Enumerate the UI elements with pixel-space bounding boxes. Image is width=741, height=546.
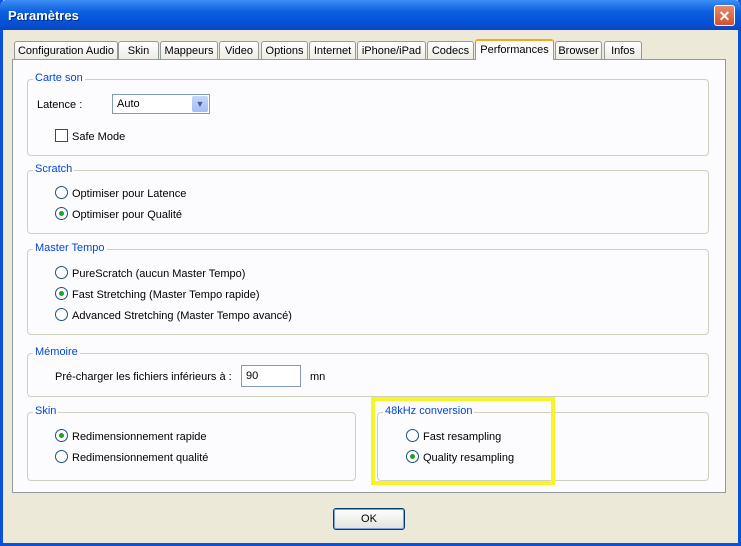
option-label: Fast Stretching (Master Tempo rapide) xyxy=(72,289,260,301)
radio-button[interactable] xyxy=(55,266,68,279)
carte-son-group: Carte son Latence : Auto ▼ Safe Mode xyxy=(27,72,709,156)
radio-button[interactable] xyxy=(55,207,68,220)
tab-skin[interactable]: Skin xyxy=(118,41,159,59)
close-button[interactable]: ✕ xyxy=(714,5,735,26)
option-label: Redimensionnement rapide xyxy=(72,431,207,443)
latency-label: Latence : xyxy=(37,99,83,111)
carte-son-legend: Carte son xyxy=(33,72,85,84)
tab-codecs[interactable]: Codecs xyxy=(427,41,474,59)
latency-dropdown[interactable]: Auto ▼ xyxy=(112,94,210,114)
ok-button[interactable]: OK xyxy=(333,508,405,530)
latency-value: Auto xyxy=(117,98,140,110)
window-title: Paramètres xyxy=(8,8,79,23)
master-tempo-legend: Master Tempo xyxy=(33,242,107,254)
skin-group: Skin Redimensionnement rapide Redimensio… xyxy=(27,405,356,481)
radio-button[interactable] xyxy=(55,308,68,321)
preload-unit: mn xyxy=(310,371,326,383)
radio-button[interactable] xyxy=(55,429,68,442)
tab-internet[interactable]: Internet xyxy=(309,41,356,59)
skin-legend: Skin xyxy=(33,405,59,417)
option-label: PureScratch (aucun Master Tempo) xyxy=(72,268,246,280)
tab-performances[interactable]: Performances xyxy=(475,39,554,60)
master-tempo-option-purescratch[interactable]: PureScratch (aucun Master Tempo) xyxy=(55,266,245,280)
checkbox-box[interactable] xyxy=(55,129,68,142)
scratch-legend: Scratch xyxy=(33,163,75,175)
tab-iphone-ipad[interactable]: iPhone/iPad xyxy=(357,41,426,59)
safe-mode-label: Safe Mode xyxy=(72,131,126,143)
preload-label: Pré-charger les fichiers inférieurs à : xyxy=(55,371,232,383)
radio-button[interactable] xyxy=(55,450,68,463)
chevron-down-icon[interactable]: ▼ xyxy=(192,96,208,112)
scratch-group: Scratch Optimiser pour Latence Optimiser… xyxy=(27,163,709,234)
skin-option-fast[interactable]: Redimensionnement rapide xyxy=(55,429,207,443)
safe-mode-checkbox[interactable]: Safe Mode xyxy=(55,129,125,143)
tab-mappeurs[interactable]: Mappeurs xyxy=(160,41,218,59)
option-label: Redimensionnement qualité xyxy=(72,452,209,464)
option-label: Advanced Stretching (Master Tempo avancé… xyxy=(72,310,292,322)
skin-option-quality[interactable]: Redimensionnement qualité xyxy=(55,450,208,464)
master-tempo-option-advanced[interactable]: Advanced Stretching (Master Tempo avancé… xyxy=(55,308,292,322)
option-label: Optimiser pour Qualité xyxy=(72,209,183,221)
memoire-group: Mémoire Pré-charger les fichiers inférie… xyxy=(27,346,709,397)
memoire-legend: Mémoire xyxy=(33,346,80,358)
title-bar[interactable]: Paramètres ✕ xyxy=(0,0,741,30)
yellow-highlight-box xyxy=(371,397,555,485)
radio-button[interactable] xyxy=(55,287,68,300)
option-label: Optimiser pour Latence xyxy=(72,188,187,200)
master-tempo-group: Master Tempo PureScratch (aucun Master T… xyxy=(27,242,709,335)
tab-infos[interactable]: Infos xyxy=(604,41,642,59)
radio-button[interactable] xyxy=(55,186,68,199)
scratch-option-latency[interactable]: Optimiser pour Latence xyxy=(55,186,186,200)
scratch-option-quality[interactable]: Optimiser pour Qualité xyxy=(55,207,182,221)
performances-panel: Carte son Latence : Auto ▼ Safe Mode Scr… xyxy=(12,59,726,493)
tab-configuration-audio[interactable]: Configuration Audio xyxy=(14,41,118,59)
preload-input[interactable]: 90 xyxy=(241,365,301,387)
master-tempo-option-fast[interactable]: Fast Stretching (Master Tempo rapide) xyxy=(55,287,259,301)
tab-video[interactable]: Video xyxy=(219,41,259,59)
tab-options[interactable]: Options xyxy=(261,41,308,59)
tab-browser[interactable]: Browser xyxy=(555,41,602,59)
